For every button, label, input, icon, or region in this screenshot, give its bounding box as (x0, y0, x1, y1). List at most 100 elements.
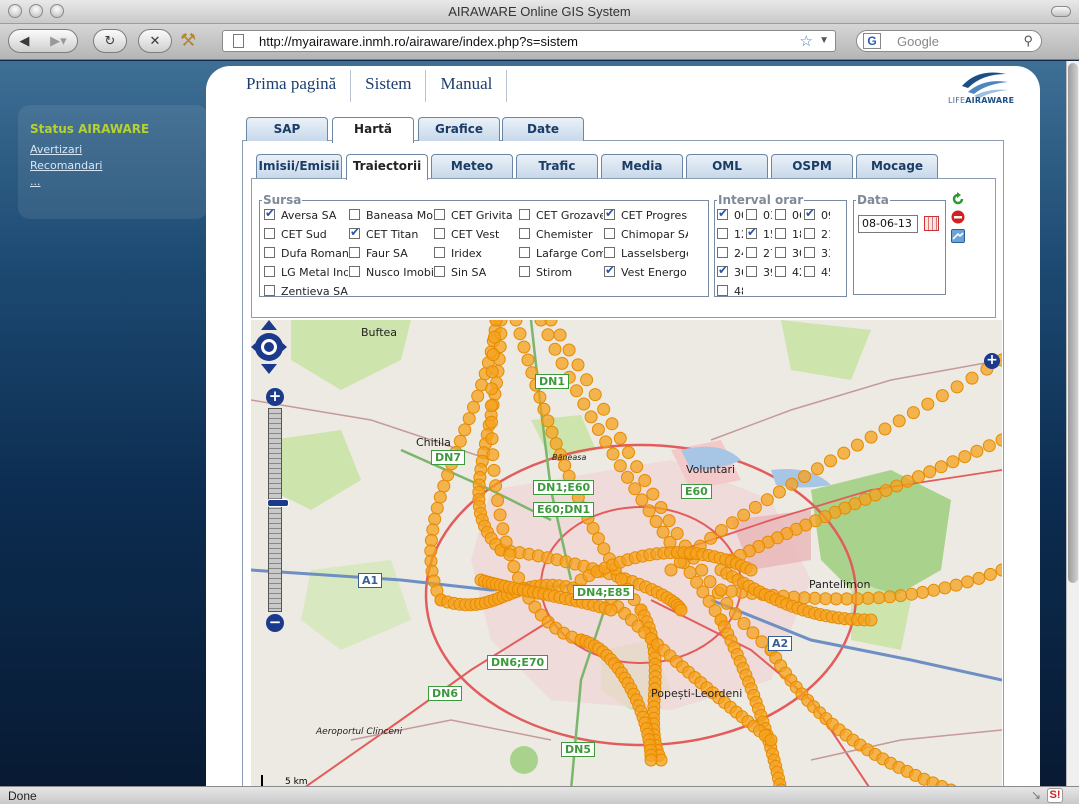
zoom-control[interactable]: + − (266, 388, 289, 632)
interval-checkbox-item[interactable]: 27 (746, 247, 772, 260)
tab-harta[interactable]: Hartă (332, 117, 414, 143)
source-checkbox-item[interactable]: CET Grivita (434, 209, 518, 222)
layer-switcher-button[interactable]: + (984, 353, 1000, 369)
tab-grafice[interactable]: Grafice (418, 117, 500, 141)
interval-checkbox[interactable] (746, 228, 757, 239)
interval-checkbox[interactable] (717, 266, 728, 277)
date-input[interactable]: 08-06-13 (858, 215, 918, 233)
source-checkbox-item[interactable]: Faur SA (349, 247, 433, 260)
avertizari-link[interactable]: Avertizari (30, 143, 82, 156)
interval-checkbox[interactable] (804, 266, 815, 277)
source-checkbox[interactable] (434, 209, 445, 220)
source-checkbox[interactable] (349, 228, 360, 239)
source-checkbox[interactable] (519, 228, 530, 239)
interval-checkbox[interactable] (775, 228, 786, 239)
subtab-oml[interactable]: OML (686, 154, 768, 178)
source-checkbox[interactable] (434, 247, 445, 258)
zoom-slider-handle[interactable] (267, 499, 289, 507)
source-checkbox[interactable] (519, 247, 530, 258)
zoom-out-button[interactable]: − (266, 614, 284, 632)
tab-date[interactable]: Date (502, 117, 584, 141)
interval-checkbox[interactable] (746, 266, 757, 277)
back-forward-buttons[interactable]: ◀ ▶▾ (8, 29, 78, 53)
page-scrollbar[interactable] (1066, 61, 1079, 786)
interval-checkbox-item[interactable]: 30 (775, 247, 801, 260)
source-checkbox-item[interactable]: CET Vest (434, 228, 518, 241)
interval-checkbox-item[interactable]: 15 (746, 228, 772, 241)
source-checkbox[interactable] (264, 266, 275, 277)
zoom-track[interactable] (267, 408, 289, 612)
source-checkbox-item[interactable]: CET Grozaves (519, 209, 603, 222)
source-checkbox-item[interactable]: Baneasa Mora (349, 209, 433, 222)
scrollbar-thumb[interactable] (1068, 63, 1078, 583)
interval-checkbox-item[interactable]: 42 (775, 266, 801, 279)
source-checkbox[interactable] (264, 209, 275, 220)
nav-sistem[interactable]: Sistem (351, 70, 427, 102)
subtab-trafic[interactable]: Trafic (516, 154, 598, 178)
source-checkbox[interactable] (349, 247, 360, 258)
interval-checkbox-item[interactable]: 48 (717, 285, 743, 298)
interval-checkbox-item[interactable]: 03 (746, 209, 772, 222)
interval-checkbox-item[interactable]: 39 (746, 266, 772, 279)
nav-prima-pagina[interactable]: Prima pagină (232, 70, 352, 102)
interval-checkbox-item[interactable]: 24 (717, 247, 743, 260)
zoom-in-button[interactable]: + (266, 388, 284, 406)
interval-checkbox[interactable] (804, 209, 815, 220)
source-checkbox-item[interactable]: Nusco Imobili (349, 266, 433, 279)
interval-checkbox[interactable] (746, 247, 757, 258)
nav-manual[interactable]: Manual (426, 70, 508, 102)
calendar-icon[interactable] (924, 216, 939, 231)
source-checkbox-item[interactable]: CET Titan (349, 228, 433, 241)
google-engine-icon[interactable]: G (863, 33, 881, 49)
source-checkbox-item[interactable]: CET Sud (264, 228, 348, 241)
interval-checkbox-item[interactable]: 12 (717, 228, 743, 241)
forward-arrow-icon[interactable]: ▶▾ (50, 34, 67, 49)
refresh-icon[interactable] (951, 192, 965, 206)
url-text[interactable]: http://myairaware.inmh.ro/airaware/index… (259, 34, 578, 49)
source-checkbox-item[interactable]: Chimopar SA (604, 228, 688, 241)
source-checkbox[interactable] (604, 247, 615, 258)
source-checkbox[interactable] (264, 228, 275, 239)
map-view[interactable]: Buftea Chitila Voluntari Băneasa Aeropor… (251, 320, 1002, 786)
stop-button[interactable]: ✕ (138, 29, 172, 53)
subtab-ospm[interactable]: OSPM (771, 154, 853, 178)
source-checkbox[interactable] (264, 247, 275, 258)
source-checkbox-item[interactable]: Dufa Romania (264, 247, 348, 260)
interval-checkbox[interactable] (775, 247, 786, 258)
subtab-media[interactable]: Media (601, 154, 683, 178)
reload-button[interactable]: ↻ (93, 29, 127, 53)
remove-icon[interactable] (951, 210, 965, 224)
source-checkbox-item[interactable]: Lafarge Comn (519, 247, 603, 260)
interval-checkbox-item[interactable]: 09 (804, 209, 830, 222)
interval-checkbox[interactable] (804, 247, 815, 258)
back-arrow-icon[interactable]: ◀ (19, 34, 29, 49)
source-checkbox[interactable] (519, 209, 530, 220)
tab-sap[interactable]: SAP (246, 117, 328, 141)
interval-checkbox-item[interactable]: 45 (804, 266, 830, 279)
source-checkbox-item[interactable]: LG Metal Indu (264, 266, 348, 279)
interval-checkbox[interactable] (775, 266, 786, 277)
interval-checkbox-item[interactable]: 06 (775, 209, 801, 222)
toolbar-toggle-button[interactable] (1051, 6, 1071, 17)
interval-checkbox-item[interactable]: 18 (775, 228, 801, 241)
chevron-down-icon[interactable]: ▼ (819, 35, 829, 46)
source-checkbox[interactable] (264, 285, 275, 296)
source-checkbox[interactable] (349, 266, 360, 277)
bookmark-star-icon[interactable]: ☆ (800, 32, 813, 50)
subtab-meteo[interactable]: Meteo (431, 154, 513, 178)
source-checkbox-item[interactable]: Zentieva SA (264, 285, 348, 298)
search-icon[interactable]: ⚲ (1023, 33, 1033, 49)
interval-checkbox[interactable] (717, 209, 728, 220)
interval-checkbox-item[interactable]: 33 (804, 247, 830, 260)
interval-checkbox-item[interactable]: 00 (717, 209, 743, 222)
recomandari-link[interactable]: Recomandari (30, 159, 102, 172)
source-checkbox[interactable] (434, 266, 445, 277)
source-checkbox-item[interactable]: Lasselsberger (604, 247, 688, 260)
source-checkbox-item[interactable]: Aversa SA (264, 209, 348, 222)
interval-checkbox[interactable] (717, 285, 728, 296)
search-input[interactable]: G Google ⚲ (856, 30, 1042, 52)
address-bar[interactable]: http://myairaware.inmh.ro/airaware/index… (222, 30, 836, 52)
source-checkbox[interactable] (519, 266, 530, 277)
subtab-mocage[interactable]: Mocage (856, 154, 938, 178)
pan-control[interactable] (251, 320, 287, 374)
